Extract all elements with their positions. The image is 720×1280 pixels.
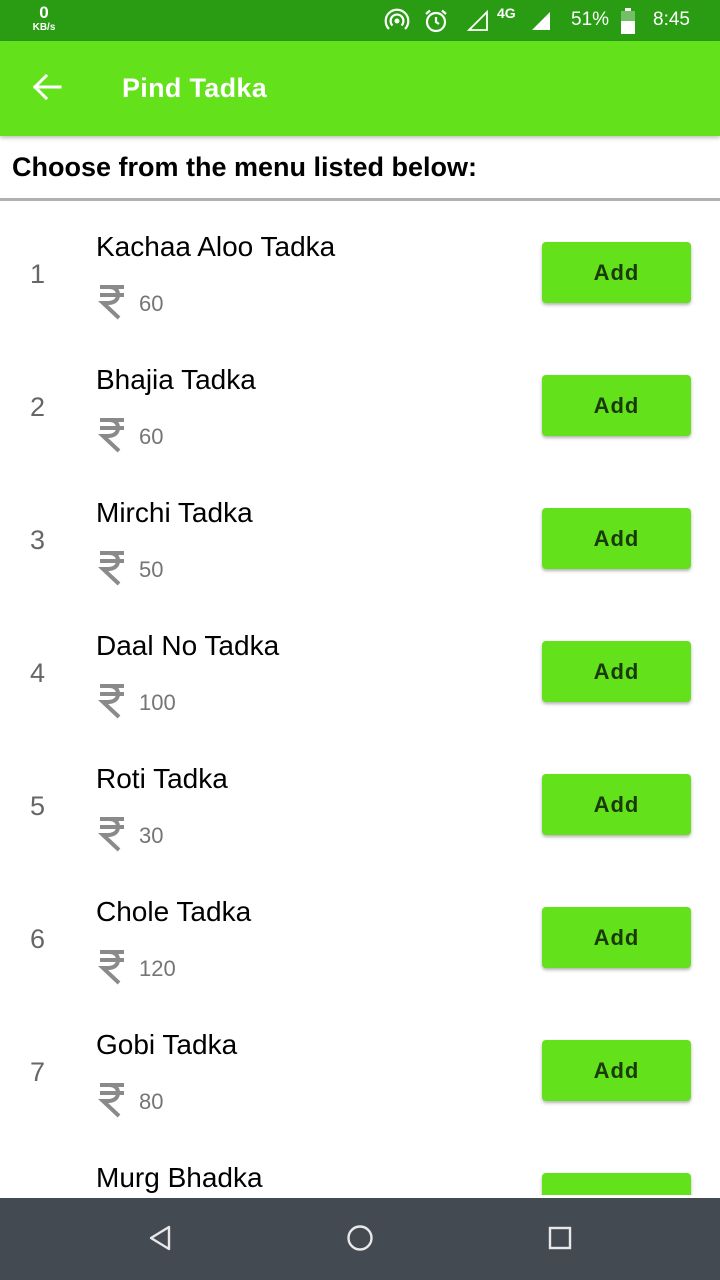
app-bar: Pind Tadka [0,41,720,136]
signal-empty-icon [466,9,489,37]
add-button[interactable]: Add [542,774,691,835]
rupee-icon [97,284,126,325]
item-name: Murg Bhadka [96,1162,263,1193]
item-name: Daal No Tadka [96,630,280,661]
item-price: 80 [139,1089,164,1114]
item-number: 8 [30,1190,45,1195]
nav-home-icon [346,1224,374,1257]
list-item: 5 Roti Tadka 30 Add [0,733,720,866]
item-number: 5 [30,791,46,821]
list-item: 2 Bhajia Tadka 60 Add [0,334,720,467]
battery-icon [621,8,635,39]
page-title: Pind Tadka [122,73,268,103]
battery-percent: 51% [571,9,610,30]
item-number: 6 [30,924,46,954]
arrow-back-icon [32,73,62,106]
item-number: 7 [30,1057,46,1087]
list-item: 4 Daal No Tadka 100 Add [0,600,720,733]
add-button[interactable]: Add [542,1040,691,1101]
item-price: 120 [139,956,176,981]
nav-home-button[interactable] [340,1220,380,1260]
nav-back-icon [147,1224,173,1257]
alarm-icon [423,8,449,39]
list-item: 3 Mirchi Tadka 50 Add [0,467,720,600]
clock: 8:45 [653,9,690,30]
rupee-icon [97,1082,126,1123]
add-button[interactable]: Add [542,641,691,702]
add-button[interactable] [542,1173,691,1195]
add-button[interactable]: Add [542,375,691,436]
nav-recents-icon [547,1225,573,1256]
add-button[interactable]: Add [542,242,691,303]
network-speed-unit: KB/s [32,22,56,33]
rupee-icon [97,683,126,724]
rupee-icon [97,816,126,857]
item-name: Gobi Tadka [96,1029,238,1060]
rupee-icon [97,949,126,990]
list-item: 6 Chole Tadka 120 Add [0,866,720,999]
item-price: 100 [139,690,176,715]
rupee-icon [97,550,126,591]
item-number: 3 [30,525,46,555]
item-name: Mirchi Tadka [96,497,253,528]
item-number: 1 [30,259,46,289]
item-name: Bhajia Tadka [96,364,256,395]
nav-back-button[interactable] [140,1220,180,1260]
nav-recents-button[interactable] [540,1220,580,1260]
navigation-bar [0,1198,720,1280]
status-bar: 0 KB/s 4G 51% 8:45 [0,0,720,41]
item-number: 2 [30,392,46,422]
add-button[interactable]: Add [542,907,691,968]
network-type: 4G [497,5,516,21]
rupee-icon [97,417,126,458]
add-button[interactable]: Add [542,508,691,569]
back-button[interactable] [24,69,70,109]
item-price: 50 [139,557,164,582]
network-speed-value: 0 [39,3,49,22]
menu-header: Choose from the menu listed below: [12,152,478,182]
list-item: 8 Murg Bhadka [0,1132,720,1195]
item-price: 60 [139,424,164,449]
item-name: Kachaa Aloo Tadka [96,231,336,262]
list-item: 1 Kachaa Aloo Tadka 60 Add [0,201,720,334]
list-item: 7 Gobi Tadka 80 Add [0,999,720,1132]
network-speed: 0 KB/s [26,4,62,33]
item-price: 60 [139,291,164,316]
item-price: 30 [139,823,164,848]
item-name: Chole Tadka [96,896,252,927]
item-number: 4 [30,658,46,688]
signal-icon [530,10,552,37]
menu-list[interactable]: 1 Kachaa Aloo Tadka 60 Add 2 Bhajia Tadk… [0,201,720,1195]
item-name: Roti Tadka [96,763,228,794]
hotspot-icon [384,8,410,39]
